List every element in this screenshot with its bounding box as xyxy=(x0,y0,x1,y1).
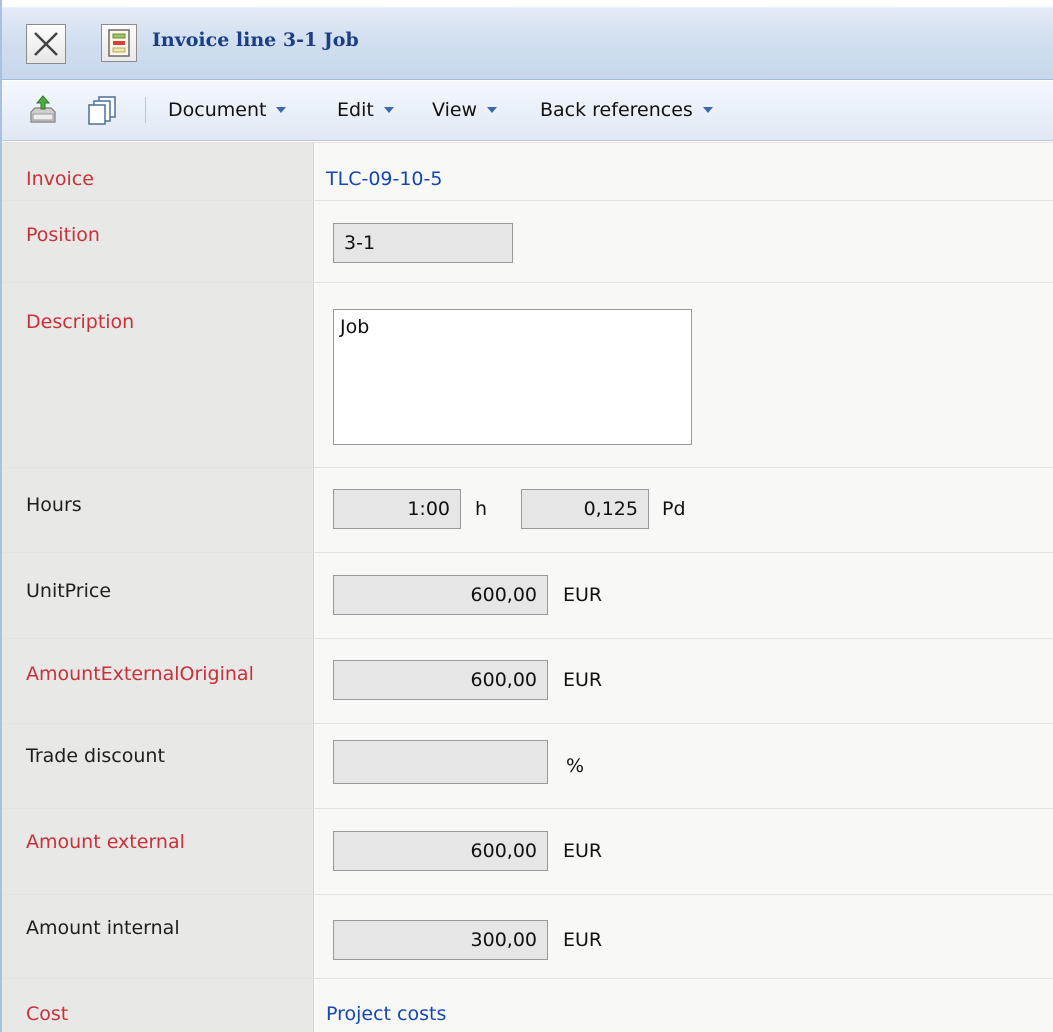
menu-edit[interactable]: Edit xyxy=(337,99,394,121)
invoice-label: Invoice xyxy=(26,168,94,190)
menu-edit-label: Edit xyxy=(337,99,374,121)
value-cell: 1:00 h 0,125 Pd xyxy=(315,468,1053,552)
value-cell: Job xyxy=(315,283,1053,467)
value-cell: % xyxy=(315,724,1053,808)
amount-external-original-field[interactable]: 600,00 xyxy=(333,660,548,700)
value-cell: TLC-09-10-5 xyxy=(315,143,1053,200)
value-cell: 3-1 xyxy=(315,201,1053,282)
hours-unit: h xyxy=(475,498,488,520)
label-cell: Invoice xyxy=(2,143,314,200)
value-cell: 600,00 EUR xyxy=(315,639,1053,723)
label-cell: UnitPrice xyxy=(2,553,314,638)
amount-external-label: Amount external xyxy=(26,831,185,853)
person-days-unit: Pd xyxy=(662,498,686,520)
amount-external-original-label: AmountExternalOriginal xyxy=(26,663,254,685)
title-bar: Invoice line 3-1 Job xyxy=(2,0,1053,80)
menu-back-references-label: Back references xyxy=(540,99,693,121)
row-invoice: Invoice TLC-09-10-5 xyxy=(2,142,1053,200)
amount-external-currency: EUR xyxy=(563,840,603,862)
label-cell: Hours xyxy=(2,468,314,552)
document-icon xyxy=(101,24,137,62)
cost-link[interactable]: Project costs xyxy=(326,1003,446,1025)
row-description: Description Job xyxy=(2,282,1053,467)
save-icon xyxy=(30,95,56,123)
value-cell: 600,00 EUR xyxy=(315,553,1053,638)
unit-price-field[interactable]: 600,00 xyxy=(333,575,548,615)
row-cost: Cost Project costs xyxy=(2,978,1053,1032)
row-amount-external: Amount external 600,00 EUR xyxy=(2,808,1053,894)
description-textarea[interactable]: Job xyxy=(333,309,692,445)
label-cell: Amount external xyxy=(2,809,314,894)
menu-back-references[interactable]: Back references xyxy=(540,99,713,121)
close-button[interactable] xyxy=(26,24,66,64)
cost-label: Cost xyxy=(26,1003,69,1025)
dropdown-arrow-icon xyxy=(487,107,498,113)
dropdown-arrow-icon xyxy=(383,107,394,113)
label-cell: AmountExternalOriginal xyxy=(2,639,314,723)
invoice-line-window: Invoice line 3-1 Job Document Edit View … xyxy=(0,0,1053,1032)
value-cell: 300,00 EUR xyxy=(315,895,1053,978)
row-hours: Hours 1:00 h 0,125 Pd xyxy=(2,467,1053,552)
label-cell: Amount internal xyxy=(2,895,314,978)
menu-view-label: View xyxy=(432,99,478,121)
window-title: Invoice line 3-1 Job xyxy=(152,29,359,51)
amount-internal-label: Amount internal xyxy=(26,917,180,939)
label-cell: Description xyxy=(2,283,314,467)
menu-document-label: Document xyxy=(168,99,267,121)
label-cell: Position xyxy=(2,201,314,282)
trade-discount-field[interactable] xyxy=(333,740,548,784)
person-days-field[interactable]: 0,125 xyxy=(521,489,649,529)
hours-label: Hours xyxy=(26,494,82,516)
invoice-line-form: Invoice TLC-09-10-5 Position 3-1 Descrip… xyxy=(2,142,1053,1032)
row-position: Position 3-1 xyxy=(2,200,1053,282)
row-amount-internal: Amount internal 300,00 EUR xyxy=(2,894,1053,978)
amount-internal-field[interactable]: 300,00 xyxy=(333,920,548,960)
invoice-link[interactable]: TLC-09-10-5 xyxy=(326,168,442,190)
toolbar: Document Edit View Back references xyxy=(2,81,1053,141)
row-trade-discount: Trade discount % xyxy=(2,723,1053,808)
label-cell: Trade discount xyxy=(2,724,314,808)
row-amount-external-original: AmountExternalOriginal 600,00 EUR xyxy=(2,638,1053,723)
amount-external-field[interactable]: 600,00 xyxy=(333,831,548,871)
close-icon xyxy=(34,32,58,56)
label-cell: Cost xyxy=(2,979,314,1032)
menu-document[interactable]: Document xyxy=(168,99,287,121)
trade-discount-label: Trade discount xyxy=(26,745,165,767)
copy-button[interactable] xyxy=(86,93,120,127)
row-unit-price: UnitPrice 600,00 EUR xyxy=(2,552,1053,638)
save-button[interactable] xyxy=(26,93,60,127)
unit-price-label: UnitPrice xyxy=(26,580,112,602)
position-label: Position xyxy=(26,224,100,246)
dropdown-arrow-icon xyxy=(702,107,713,113)
menu-view[interactable]: View xyxy=(432,99,498,121)
position-field[interactable]: 3-1 xyxy=(333,223,513,263)
trade-discount-unit: % xyxy=(566,755,585,777)
unit-price-currency: EUR xyxy=(563,584,603,606)
hours-field[interactable]: 1:00 xyxy=(333,489,461,529)
amount-internal-currency: EUR xyxy=(563,929,603,951)
toolbar-separator xyxy=(145,97,146,123)
description-label: Description xyxy=(26,311,135,333)
value-cell: 600,00 EUR xyxy=(315,809,1053,894)
copy-icon xyxy=(88,96,116,125)
amount-external-original-currency: EUR xyxy=(563,669,603,691)
value-cell: Project costs xyxy=(315,979,1053,1032)
dropdown-arrow-icon xyxy=(276,107,287,113)
